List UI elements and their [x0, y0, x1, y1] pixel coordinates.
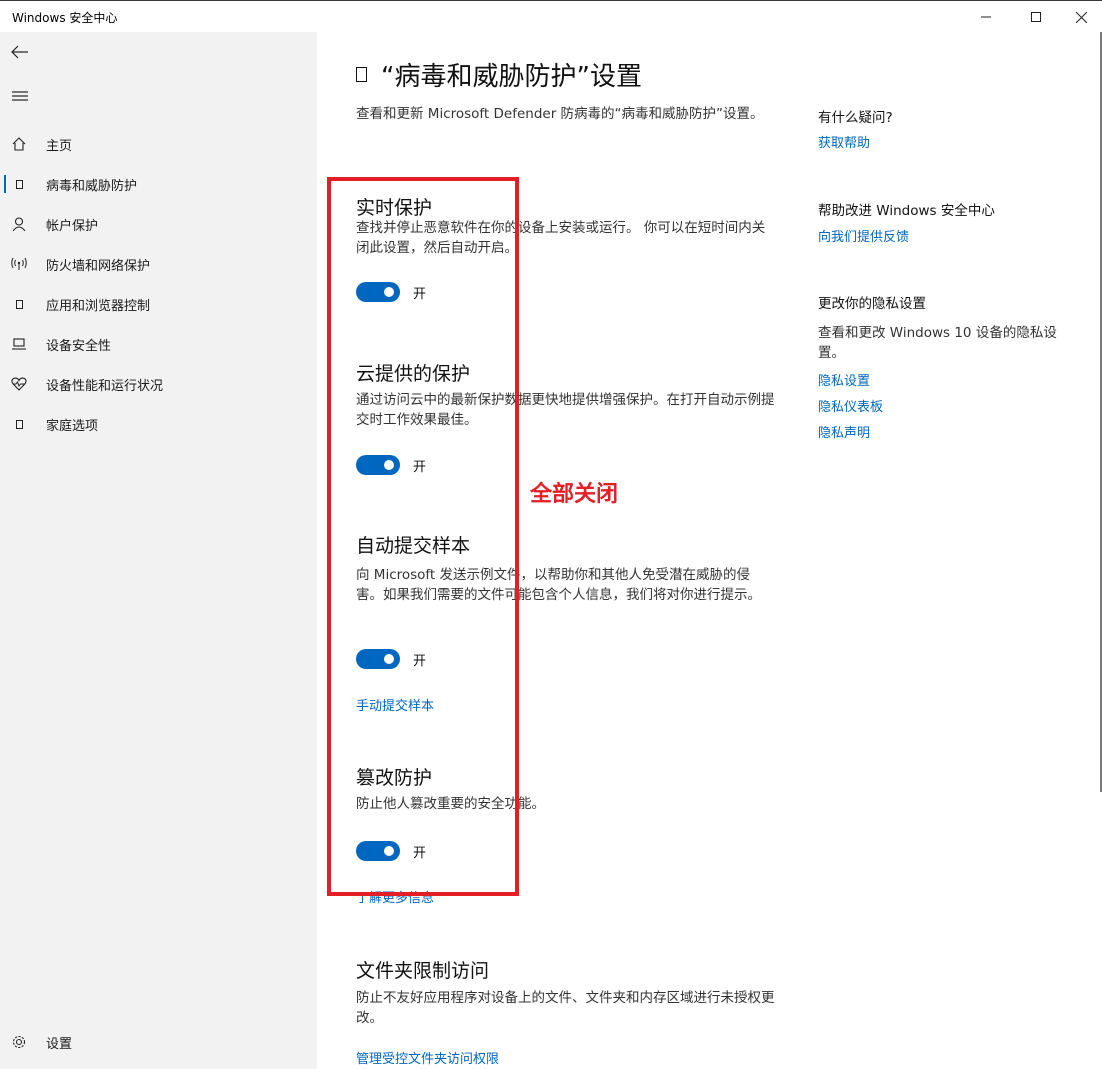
section-description-tamper: 防止他人篡改重要的安全功能。	[356, 796, 545, 812]
sample-submission-toggle[interactable]	[356, 649, 400, 669]
account-icon	[11, 216, 27, 232]
toggle-knob	[384, 287, 394, 297]
privacy-text: 查看和更改 Windows 10 设备的隐私设置。	[818, 325, 1057, 361]
sidebar-item-label: 帐户保护	[46, 218, 99, 234]
section-title-sample: 自动提交样本	[356, 535, 471, 557]
minimize-icon	[981, 16, 991, 18]
section-title-realtime: 实时保护	[356, 197, 433, 219]
toggle-knob	[384, 460, 394, 470]
feedback-link[interactable]: 向我们提供反馈	[818, 226, 909, 245]
cloud-protection-toggle[interactable]	[356, 455, 400, 475]
section-title-cloud: 云提供的保护	[356, 363, 471, 385]
sidebar-item-app-browser[interactable]: 应用和浏览器控制	[0, 284, 317, 324]
minimize-button[interactable]	[963, 1, 1009, 33]
maximize-icon	[1031, 12, 1041, 22]
sidebar-item-label: 主页	[46, 138, 73, 154]
sidebar-item-label: 设备安全性	[46, 338, 112, 354]
active-indicator	[4, 175, 6, 193]
annotation-note: 全部关闭	[530, 482, 619, 507]
firewall-icon	[11, 256, 27, 272]
sidebar-item-home[interactable]: 主页	[0, 124, 317, 164]
title-bar: Windows 安全中心	[0, 0, 1102, 32]
section-description-cloud: 通过访问云中的最新保护数据更快地提供增强保护。在打开自动示例提交时工作效果最佳。	[356, 392, 775, 428]
shield-icon	[356, 67, 367, 82]
sidebar-item-label: 设置	[46, 1036, 73, 1052]
section-description-realtime: 查找并停止恶意软件在你的设备上安装或运行。 你可以在短时间内关闭此设置，然后自动…	[356, 220, 766, 256]
toggle-knob	[384, 846, 394, 856]
sidebar-item-device-health[interactable]: 设备性能和运行状况	[0, 364, 317, 404]
toggle-state-label: 开	[413, 460, 427, 475]
family-icon	[11, 416, 27, 432]
section-description-sample: 向 Microsoft 发送示例文件，以帮助你和其他人免受潜在威胁的侵害。如果我…	[356, 567, 761, 603]
toggle-state-label: 开	[413, 287, 427, 302]
sidebar-item-label: 病毒和威胁防护	[46, 178, 138, 194]
sidebar-item-label: 设备性能和运行状况	[46, 378, 164, 394]
back-button[interactable]	[0, 34, 40, 70]
toggle-knob	[384, 654, 394, 664]
privacy-settings-link[interactable]: 隐私设置	[818, 370, 870, 389]
section-title-tamper: 篡改防护	[356, 767, 433, 789]
app-browser-icon	[11, 296, 27, 312]
privacy-dashboard-link[interactable]: 隐私仪表板	[818, 396, 883, 415]
app-title: Windows 安全中心	[12, 11, 118, 25]
gear-icon	[11, 1034, 27, 1050]
toggle-state-label: 开	[413, 654, 427, 669]
manage-folder-access-link[interactable]: 管理受控文件夹访问权限	[356, 1048, 499, 1067]
sidebar: 主页 病毒和威胁防护 帐户保护 防火墙和网络保护 应用和浏览器控制 设备安全性 …	[0, 32, 317, 1069]
virus-protection-icon	[11, 176, 27, 192]
improve-heading: 帮助改进 Windows 安全中心	[818, 203, 995, 219]
learn-more-link[interactable]: 了解更多信息	[356, 887, 434, 906]
device-security-icon	[11, 336, 27, 352]
tamper-protection-toggle[interactable]	[356, 841, 400, 861]
privacy-heading: 更改你的隐私设置	[818, 296, 926, 312]
maximize-button[interactable]	[1013, 1, 1059, 33]
privacy-statement-link[interactable]: 隐私声明	[818, 422, 870, 441]
sidebar-item-label: 应用和浏览器控制	[46, 298, 151, 314]
menu-button[interactable]	[0, 78, 40, 114]
close-icon	[1075, 11, 1087, 23]
sidebar-item-label: 家庭选项	[46, 418, 99, 434]
heart-icon	[11, 376, 27, 392]
questions-heading: 有什么疑问?	[818, 110, 893, 126]
sidebar-item-label: 防火墙和网络保护	[46, 258, 151, 274]
section-description-folder-access: 防止不友好应用程序对设备上的文件、文件夹和内存区域进行未授权更改。	[356, 990, 775, 1026]
manual-submit-link[interactable]: 手动提交样本	[356, 695, 434, 714]
realtime-protection-toggle[interactable]	[356, 282, 400, 302]
close-button[interactable]	[1058, 1, 1102, 33]
home-icon	[11, 136, 27, 152]
sidebar-item-settings[interactable]: 设置	[0, 1022, 317, 1062]
sidebar-item-virus-protection[interactable]: 病毒和威胁防护	[0, 164, 317, 204]
section-title-folder-access: 文件夹限制访问	[356, 960, 490, 982]
sidebar-item-firewall[interactable]: 防火墙和网络保护	[0, 244, 317, 284]
sidebar-item-device-security[interactable]: 设备安全性	[0, 324, 317, 364]
main-content: “病毒和威胁防护”设置 查看和更新 Microsoft Defender 防病毒…	[317, 32, 1102, 1069]
get-help-link[interactable]: 获取帮助	[818, 132, 870, 151]
page-description: 查看和更新 Microsoft Defender 防病毒的“病毒和威胁防护”设置…	[356, 106, 764, 122]
page-title-text: “病毒和威胁防护”设置	[381, 62, 642, 92]
hamburger-menu-icon	[12, 91, 28, 101]
sidebar-item-family[interactable]: 家庭选项	[0, 404, 317, 444]
toggle-state-label: 开	[413, 846, 427, 861]
sidebar-item-account[interactable]: 帐户保护	[0, 204, 317, 244]
back-arrow-icon	[11, 45, 28, 59]
page-title: “病毒和威胁防护”设置	[356, 56, 642, 93]
